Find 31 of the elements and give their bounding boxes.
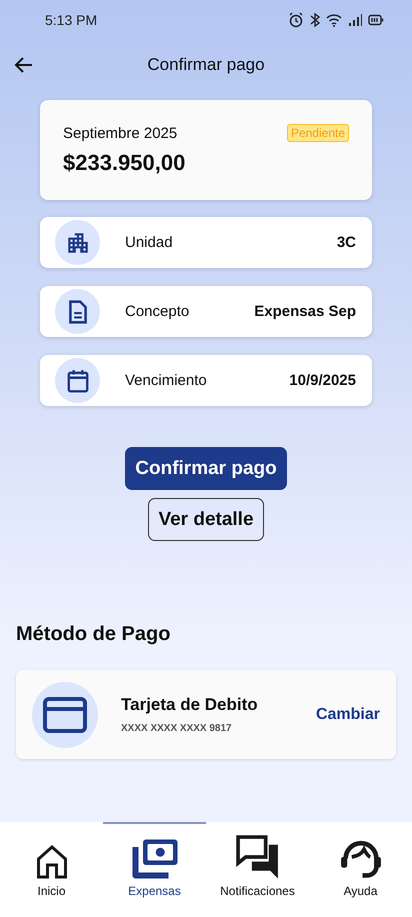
chat-icon	[234, 834, 280, 880]
card-number: XXXX XXXX XXXX 9817	[121, 723, 233, 734]
nav-tab[interactable]: Inicio	[0, 822, 103, 917]
bluetooth-icon	[310, 12, 320, 28]
signal-icon	[348, 14, 362, 26]
confirm-payment-button[interactable]: Confirmar pago	[125, 447, 287, 490]
amount-text: $233.950,00	[63, 150, 186, 176]
detail-value: Expensas Sep	[254, 303, 356, 320]
detail-label: Unidad	[125, 234, 174, 251]
nav-tab[interactable]: Expensas	[103, 822, 206, 917]
screen-title: Confirmar pago	[147, 55, 265, 75]
calendar-icon	[64, 368, 90, 394]
battery-icon	[368, 14, 384, 26]
detail-label: Vencimiento	[125, 372, 208, 389]
change-link[interactable]: Cambiar	[316, 706, 380, 724]
banknotes-icon	[130, 838, 178, 880]
alarm-icon	[288, 12, 304, 28]
status-time: 5:13 PM	[45, 12, 98, 28]
detail-value: 3C	[336, 234, 356, 251]
credit-card-icon	[43, 696, 87, 732]
status-badge: Pendiente	[286, 124, 349, 142]
wifi-icon	[326, 14, 342, 26]
card-name: Tarjeta de Debito	[121, 695, 259, 715]
detail-label: Concepto	[125, 303, 190, 320]
view-details-button[interactable]: Ver detalle	[148, 498, 264, 541]
section-title: Método de Pago	[16, 623, 172, 646]
billing-period: Septiembre 2025	[63, 124, 178, 142]
detail-value: 10/9/2025	[289, 372, 356, 389]
nav-tab[interactable]: Ayuda	[309, 822, 412, 917]
back-arrow-icon	[14, 55, 34, 75]
nav-tab[interactable]: Notificaciones	[206, 822, 309, 917]
